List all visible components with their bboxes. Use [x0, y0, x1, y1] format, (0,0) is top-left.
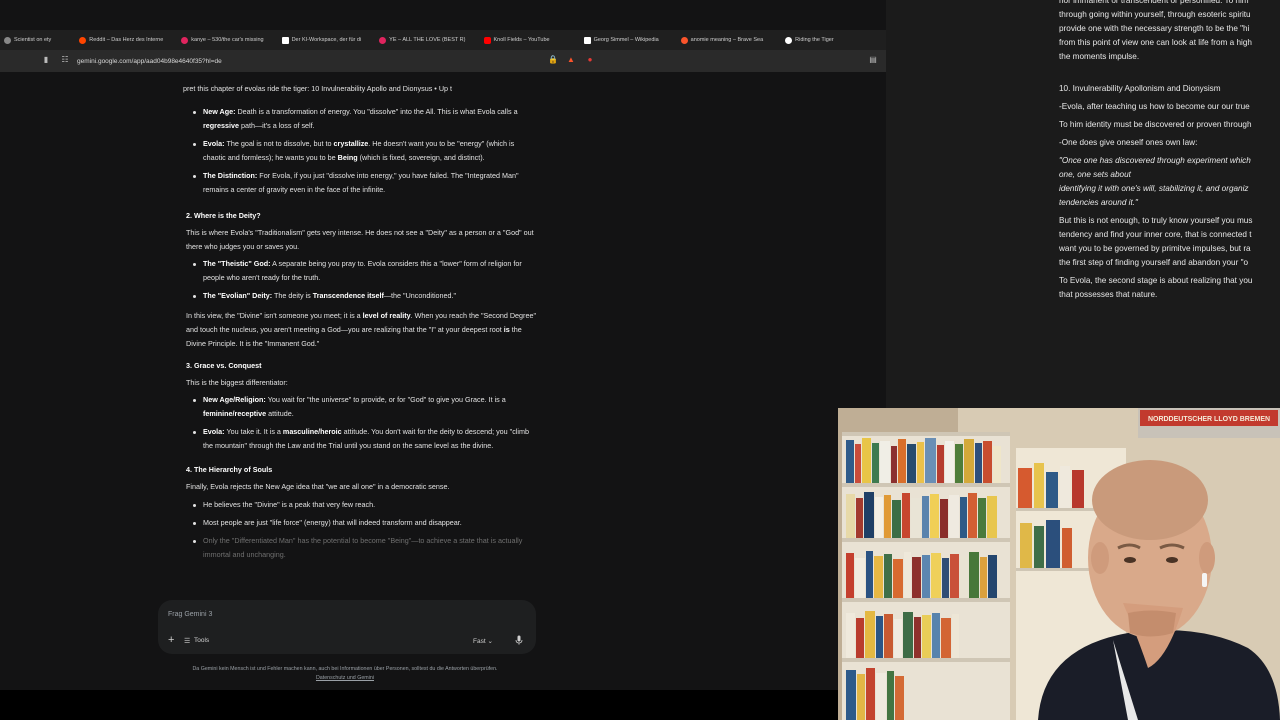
- extension-icon[interactable]: ●: [585, 55, 595, 65]
- doc-quote: "Once one has discovered through experim…: [1059, 156, 1251, 165]
- doc-heading: 10. Invulnerability Apollonism and Diony…: [1059, 84, 1221, 93]
- tab-favicon-icon: [785, 36, 793, 44]
- paragraph: In this view, the "Divine" isn't someone…: [186, 311, 536, 348]
- disclaimer: Da Gemini kein Mensch ist und Fehler mac…: [192, 666, 498, 681]
- books-shelf-1: [846, 438, 1001, 483]
- browser-tab[interactable]: kanye – 530/the car's missing: [177, 30, 267, 50]
- prompt-title: pret this chapter of evolas ride the tig…: [183, 84, 453, 93]
- brave-icon: [680, 36, 688, 44]
- site-info-icon[interactable]: ☷: [60, 55, 70, 65]
- doc-line: -Evola, after teaching us how to become …: [1059, 102, 1250, 111]
- doc-quote: identifying it with one's will, stabiliz…: [1059, 184, 1249, 193]
- tab-favicon-icon: [4, 36, 11, 44]
- microphone-icon[interactable]: [515, 635, 523, 645]
- lock-icon: 🔒: [548, 55, 558, 64]
- list-item: Evola: You take it. It is a masculine/he…: [176, 425, 536, 453]
- doc-line: To Evola, the second stage is about real…: [1059, 276, 1253, 285]
- tab-favicon-icon: [181, 36, 189, 44]
- list-item: New Age: Death is a transformation of en…: [176, 105, 536, 133]
- browser-tab[interactable]: Reddit – Das Herz des Interne: [75, 30, 167, 50]
- section-heading: 3. Grace vs. Conquest: [186, 361, 262, 370]
- tools-button[interactable]: Tools: [194, 637, 209, 644]
- browser-tab[interactable]: anomie meaning – Brave Sea: [677, 30, 767, 50]
- list-item: The "Theistic" God: A separate being you…: [176, 257, 536, 285]
- tools-icon[interactable]: ☰: [184, 637, 190, 645]
- chat-input-box[interactable]: Frag Gemini 3 + ☰ Tools Fast ⌄: [158, 600, 536, 654]
- document-body[interactable]: nor immanent or transcendent or personif…: [1059, 0, 1280, 302]
- doc-line: want you to be governed by primitve impu…: [1059, 244, 1251, 253]
- chat-input[interactable]: Frag Gemini 3: [168, 611, 212, 618]
- youtube-icon: [483, 36, 491, 44]
- paragraph: Finally, Evola rejects the New Age idea …: [186, 482, 450, 491]
- browser-tab[interactable]: Scientist on ety: [0, 30, 55, 50]
- section-heading: 4. The Hierarchy of Souls: [186, 465, 273, 474]
- browser-window: Scientist on ety Reddit – Das Herz des I…: [0, 0, 886, 690]
- bookmark-icon[interactable]: ▮: [41, 55, 51, 65]
- doc-quote: tendencies around it.": [1059, 198, 1138, 207]
- earbud-icon: [1202, 573, 1207, 587]
- url-field[interactable]: gemini.google.com/app/aad04b98e4640f35?h…: [77, 58, 222, 65]
- list-item: He believes the "Divine" is a peak that …: [176, 498, 536, 512]
- section-heading: 2. Where is the Deity?: [186, 211, 261, 220]
- poster-text: NORDDEUTSCHER LLOYD BREMEN: [1148, 416, 1270, 423]
- list-item: New Age/Religion: You wait for "the univ…: [176, 393, 536, 421]
- list-item: Evola: The goal is not to dissolve, but …: [176, 137, 536, 165]
- doc-line: the moments impulse.: [1059, 52, 1140, 61]
- brave-shield-icon[interactable]: ▲: [566, 55, 576, 65]
- doc-line: To him identity must be discovered or pr…: [1059, 120, 1252, 129]
- add-icon[interactable]: +: [168, 634, 174, 646]
- paragraph: This is the biggest differentiator:: [186, 378, 288, 387]
- doc-quote: one, one sets about: [1059, 170, 1131, 179]
- sidebar-toggle-icon[interactable]: ▤: [868, 55, 878, 65]
- doc-line: tendency and find your inner core, that …: [1059, 230, 1252, 239]
- paragraph: This is where Evola's "Traditionalism" g…: [186, 228, 534, 251]
- browser-tab[interactable]: Knoll Fields – YouTube: [480, 30, 554, 50]
- list-item: Only the "Differentiated Man" has the po…: [176, 534, 536, 562]
- browser-tab[interactable]: Georg Simmel – Wikipedia: [580, 30, 663, 50]
- gemini-response: pret this chapter of evolas ride the tig…: [176, 80, 536, 600]
- browser-tab[interactable]: Riding the Tiger: [781, 30, 838, 50]
- webcam-image: NORDDEUTSCHER LLOYD BREMEN: [838, 408, 1280, 720]
- doc-line: provide one with the necessary strength …: [1059, 24, 1250, 33]
- notion-icon: [281, 36, 289, 44]
- doc-line: through going within yourself, through e…: [1059, 10, 1251, 19]
- doc-line: nor immanent or transcendent or personif…: [1059, 0, 1249, 5]
- doc-line: that possesses that nature.: [1059, 290, 1158, 299]
- privacy-link[interactable]: Datenschutz und Gemini: [316, 675, 374, 681]
- browser-tab[interactable]: YE – ALL THE LOVE (BEST R): [375, 30, 469, 50]
- list-item: Most people are just "life force" (energ…: [176, 516, 536, 530]
- browser-tab[interactable]: Der KI-Workspace, der für di: [278, 30, 366, 50]
- address-bar: ▮ ☷ gemini.google.com/app/aad04b98e4640f…: [0, 50, 886, 72]
- reddit-icon: [79, 36, 87, 44]
- doc-line: from this point of view one can look at …: [1059, 38, 1252, 47]
- tab-favicon-icon: [379, 36, 387, 44]
- list-item: The Distinction: For Evola, if you just …: [176, 169, 536, 197]
- doc-line: -One does give oneself ones own law:: [1059, 138, 1198, 147]
- screen: Scientist on ety Reddit – Das Herz des I…: [0, 0, 1280, 720]
- model-mode-select[interactable]: Fast ⌄: [473, 637, 493, 645]
- list-item: The "Evolian" Deity: The deity is Transc…: [176, 289, 536, 303]
- doc-line: the first step of finding yourself and a…: [1059, 258, 1249, 267]
- wikipedia-icon: [583, 36, 591, 44]
- doc-line: But this is not enough, to truly know yo…: [1059, 216, 1253, 225]
- notes-document[interactable]: nor immanent or transcendent or personif…: [886, 0, 1280, 408]
- webcam-feed: NORDDEUTSCHER LLOYD BREMEN: [838, 408, 1280, 720]
- tab-bar: Scientist on ety Reddit – Das Herz des I…: [0, 30, 886, 50]
